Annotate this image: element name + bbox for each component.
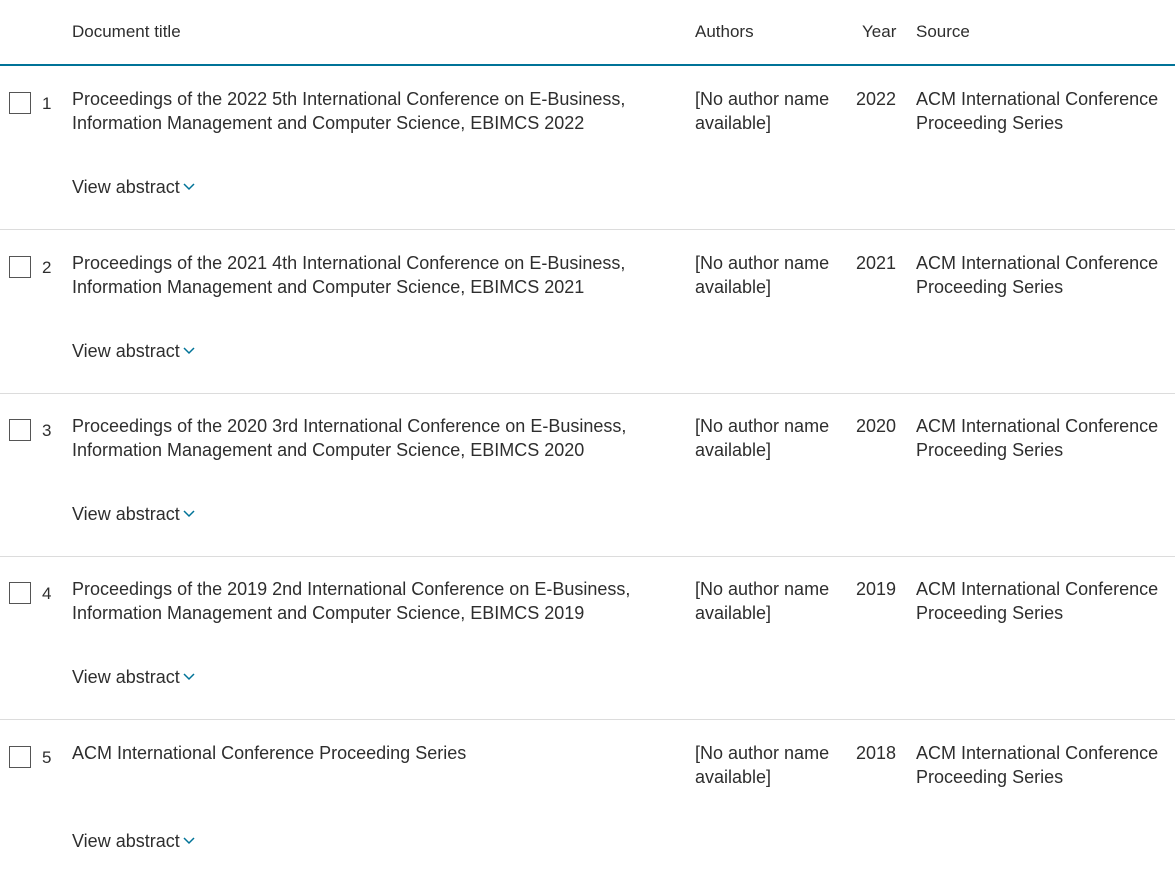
view-abstract-toggle[interactable]: View abstract bbox=[72, 175, 195, 199]
row-select-checkbox[interactable] bbox=[9, 746, 31, 768]
column-header-authors[interactable]: Authors bbox=[695, 22, 754, 42]
row-select-checkbox[interactable] bbox=[9, 419, 31, 441]
year-cell: 2019 bbox=[855, 579, 896, 599]
chevron-down-icon bbox=[183, 510, 195, 517]
view-abstract-label: View abstract bbox=[72, 667, 180, 687]
chevron-down-icon bbox=[183, 837, 195, 844]
authors-cell: [No author name available] bbox=[695, 743, 830, 787]
view-abstract-toggle[interactable]: View abstract bbox=[72, 339, 195, 363]
table-row: 5 ACM International Conference Proceedin… bbox=[0, 720, 1175, 884]
view-abstract-label: View abstract bbox=[72, 831, 180, 851]
source-link[interactable]: ACM International Conference Proceeding … bbox=[916, 251, 1171, 299]
year-cell: 2022 bbox=[855, 89, 896, 109]
document-title-link[interactable]: Proceedings of the 2020 3rd Internationa… bbox=[72, 414, 662, 462]
chevron-down-icon bbox=[183, 183, 195, 190]
authors-cell: [No author name available] bbox=[695, 579, 830, 623]
table-row: 2 Proceedings of the 2021 4th Internatio… bbox=[0, 230, 1175, 394]
column-header-year[interactable]: Year bbox=[862, 22, 896, 42]
authors-cell: [No author name available] bbox=[695, 416, 830, 460]
results-table-header: Document title Authors Year Source bbox=[0, 0, 1175, 66]
source-link[interactable]: ACM International Conference Proceeding … bbox=[916, 87, 1171, 135]
column-header-document-title[interactable]: Document title bbox=[72, 22, 181, 42]
table-row: 3 Proceedings of the 2020 3rd Internatio… bbox=[0, 393, 1175, 557]
document-title-link[interactable]: Proceedings of the 2019 2nd Internationa… bbox=[72, 577, 662, 625]
row-number: 4 bbox=[42, 584, 52, 603]
year-cell: 2020 bbox=[855, 416, 896, 436]
source-link[interactable]: ACM International Conference Proceeding … bbox=[916, 577, 1171, 625]
view-abstract-label: View abstract bbox=[72, 177, 180, 197]
authors-cell: [No author name available] bbox=[695, 253, 830, 297]
view-abstract-toggle[interactable]: View abstract bbox=[72, 829, 195, 853]
row-select-checkbox[interactable] bbox=[9, 582, 31, 604]
row-number: 5 bbox=[42, 748, 52, 767]
row-number: 3 bbox=[42, 421, 52, 440]
year-cell: 2021 bbox=[855, 253, 896, 273]
row-select-checkbox[interactable] bbox=[9, 256, 31, 278]
row-select-checkbox[interactable] bbox=[9, 92, 31, 114]
table-row: 4 Proceedings of the 2019 2nd Internatio… bbox=[0, 556, 1175, 720]
view-abstract-label: View abstract bbox=[72, 341, 180, 361]
row-number: 1 bbox=[42, 94, 52, 113]
row-number: 2 bbox=[42, 258, 52, 277]
authors-cell: [No author name available] bbox=[695, 89, 830, 133]
source-link[interactable]: ACM International Conference Proceeding … bbox=[916, 741, 1171, 789]
source-link[interactable]: ACM International Conference Proceeding … bbox=[916, 414, 1171, 462]
column-header-source[interactable]: Source bbox=[916, 22, 970, 42]
table-row: 1 Proceedings of the 2022 5th Internatio… bbox=[0, 66, 1175, 230]
view-abstract-toggle[interactable]: View abstract bbox=[72, 665, 195, 689]
chevron-down-icon bbox=[183, 673, 195, 680]
document-title-link[interactable]: ACM International Conference Proceeding … bbox=[72, 741, 662, 765]
view-abstract-label: View abstract bbox=[72, 504, 180, 524]
year-cell: 2018 bbox=[855, 743, 896, 763]
view-abstract-toggle[interactable]: View abstract bbox=[72, 502, 195, 526]
document-title-link[interactable]: Proceedings of the 2021 4th Internationa… bbox=[72, 251, 662, 299]
document-title-link[interactable]: Proceedings of the 2022 5th Internationa… bbox=[72, 87, 662, 135]
chevron-down-icon bbox=[183, 347, 195, 354]
